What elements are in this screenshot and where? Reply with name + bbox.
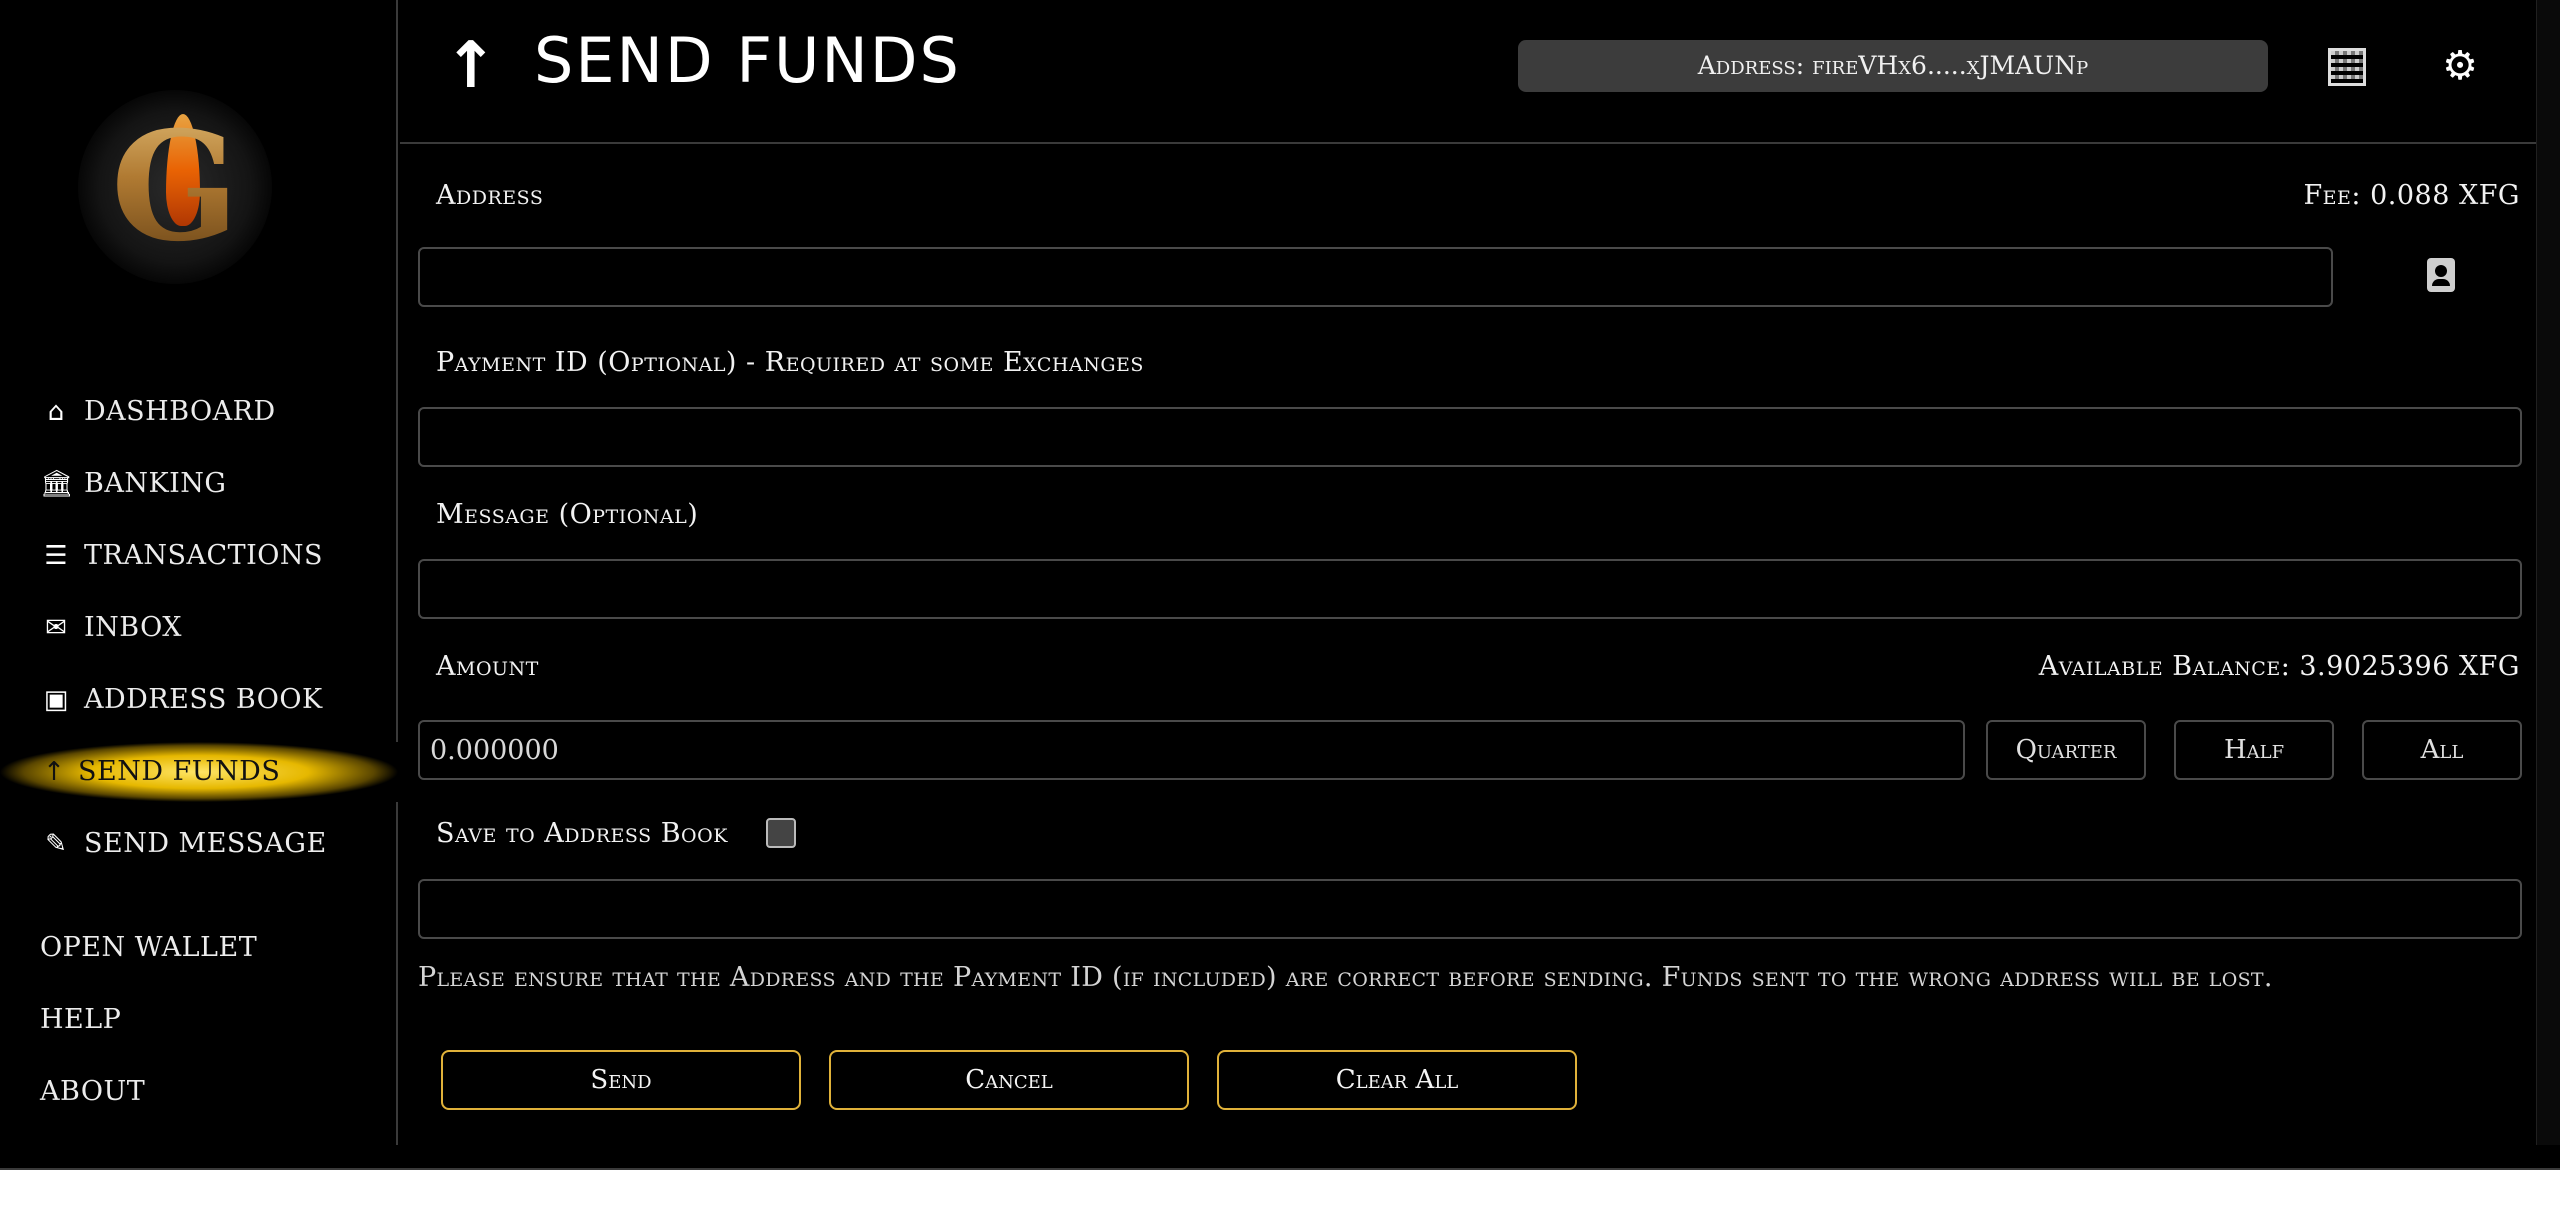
half-button[interactable]: Half xyxy=(2174,720,2334,780)
sidebar-item-label: SEND FUNDS xyxy=(78,756,281,787)
contact-book-icon: ▣ xyxy=(43,685,69,715)
fee-label: Fee: 0.088 XFG xyxy=(2303,180,2520,211)
arrow-up-icon: ↑ xyxy=(43,757,65,787)
bank-icon: 🏛 xyxy=(40,469,74,499)
sidebar-item-label: ABOUT xyxy=(40,1076,146,1107)
sidebar-item-label: BANKING xyxy=(84,468,227,499)
home-icon: ⌂ xyxy=(47,397,65,427)
sidebar-item-label: ADDRESS BOOK xyxy=(84,684,323,715)
sidebar-item-dashboard[interactable]: ⌂ DASHBOARD xyxy=(0,382,398,442)
save-to-address-book-label: Save to Address Book xyxy=(436,818,728,849)
sidebar-item-send-message[interactable]: ✎ SEND MESSAGE xyxy=(0,814,398,874)
sidebar-item-label: SEND MESSAGE xyxy=(84,828,327,859)
available-balance: Available Balance: 3.9025396 XFG xyxy=(2038,651,2520,682)
sidebar-item-open-wallet[interactable]: OPEN WALLET xyxy=(0,918,398,978)
sidebar-item-inbox[interactable]: ✉ INBOX xyxy=(0,598,398,658)
send-button[interactable]: Send xyxy=(441,1050,801,1110)
address-book-name-input[interactable] xyxy=(418,879,2522,939)
gear-icon[interactable]: ⚙ xyxy=(2440,46,2480,86)
arrow-up-icon: ↑ xyxy=(444,29,498,103)
clear-all-button[interactable]: Clear All xyxy=(1217,1050,1577,1110)
scrollbar[interactable] xyxy=(2536,0,2560,1145)
sidebar-item-label: INBOX xyxy=(84,612,183,643)
all-button[interactable]: All xyxy=(2362,720,2522,780)
sidebar-item-label: HELP xyxy=(40,1004,122,1035)
qr-code-icon[interactable] xyxy=(2328,48,2366,86)
sidebar-item-label: DASHBOARD xyxy=(84,396,276,427)
wallet-address-pill[interactable]: Address: fireVHx6.....xJMAUNp xyxy=(1518,40,2268,92)
send-warning-text: Please ensure that the Address and the P… xyxy=(418,962,2273,993)
message-label: Message (Optional) xyxy=(436,499,699,530)
wallet-window: G ⌂ DASHBOARD 🏛 BANKING ☰ TRANSACTIONS ✉… xyxy=(0,0,2560,1170)
sidebar-item-send-funds[interactable]: ↑ SEND FUNDS xyxy=(0,742,398,802)
list-check-icon: ☰ xyxy=(44,541,68,571)
sidebar-item-about[interactable]: ABOUT xyxy=(0,1062,398,1122)
page-header: ↑ SEND FUNDS Address: fireVHx6.....xJMAU… xyxy=(400,0,2560,144)
sidebar-item-address-book[interactable]: ▣ ADDRESS BOOK xyxy=(0,670,398,730)
amount-input[interactable] xyxy=(418,720,1965,780)
sidebar-item-help[interactable]: HELP xyxy=(0,990,398,1050)
message-input[interactable] xyxy=(418,559,2522,619)
sidebar-item-transactions[interactable]: ☰ TRANSACTIONS xyxy=(0,526,398,586)
address-book-icon[interactable] xyxy=(2427,258,2455,292)
page-title: SEND FUNDS xyxy=(534,24,961,97)
logo-letter: G xyxy=(78,90,272,284)
message-edit-icon: ✎ xyxy=(45,829,67,859)
sidebar-item-label: OPEN WALLET xyxy=(40,932,258,963)
amount-label: Amount xyxy=(436,651,539,682)
sidebar-item-label: TRANSACTIONS xyxy=(84,540,324,571)
cancel-button[interactable]: Cancel xyxy=(829,1050,1189,1110)
sidebar: G ⌂ DASHBOARD 🏛 BANKING ☰ TRANSACTIONS ✉… xyxy=(0,0,398,1145)
payment-id-label: Payment ID (Optional) - Required at some… xyxy=(436,347,1144,378)
wallet-logo: G xyxy=(78,90,272,284)
payment-id-input[interactable] xyxy=(418,407,2522,467)
chat-icon: ✉ xyxy=(45,613,67,643)
address-input[interactable] xyxy=(418,247,2333,307)
quarter-button[interactable]: Quarter xyxy=(1986,720,2146,780)
address-label: Address xyxy=(436,180,544,211)
save-to-address-book-checkbox[interactable] xyxy=(766,818,796,848)
sidebar-item-banking[interactable]: 🏛 BANKING xyxy=(0,454,398,514)
